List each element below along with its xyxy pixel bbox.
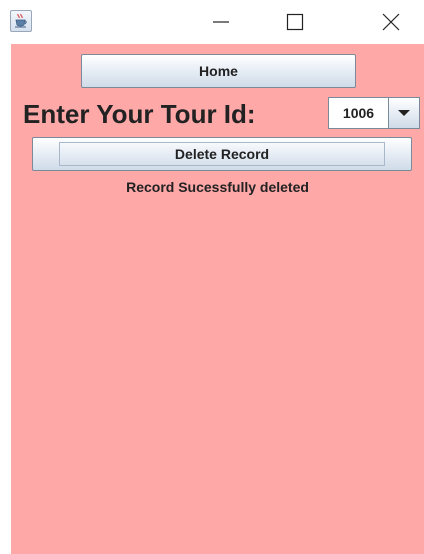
tour-id-select[interactable]: 1006 xyxy=(328,97,420,129)
java-coffee-cup-icon[interactable] xyxy=(10,10,32,32)
home-button[interactable]: Home xyxy=(81,54,356,88)
home-button-label: Home xyxy=(199,63,238,79)
delete-record-button-label: Delete Record xyxy=(174,146,270,162)
close-button[interactable] xyxy=(368,6,414,38)
content-panel: Home Enter Your Tour Id: 1006 Delete Rec… xyxy=(11,44,424,554)
chevron-down-icon xyxy=(398,110,410,116)
status-message: Record Sucessfully deleted xyxy=(126,179,309,195)
tour-id-prompt-row: Enter Your Tour Id: xyxy=(23,97,256,131)
minimize-icon xyxy=(213,21,229,23)
maximize-icon xyxy=(286,13,304,31)
title-bar xyxy=(0,0,424,44)
delete-record-focus-ring: Delete Record xyxy=(59,142,385,166)
maximize-button[interactable] xyxy=(272,6,318,38)
tour-id-prompt-label: Enter Your Tour Id: xyxy=(23,98,256,129)
close-icon xyxy=(382,13,400,31)
dropdown-arrow-button[interactable] xyxy=(389,98,419,128)
minimize-button[interactable] xyxy=(198,6,244,38)
delete-record-button[interactable]: Delete Record xyxy=(32,137,412,171)
tour-id-selected-value: 1006 xyxy=(329,98,389,128)
